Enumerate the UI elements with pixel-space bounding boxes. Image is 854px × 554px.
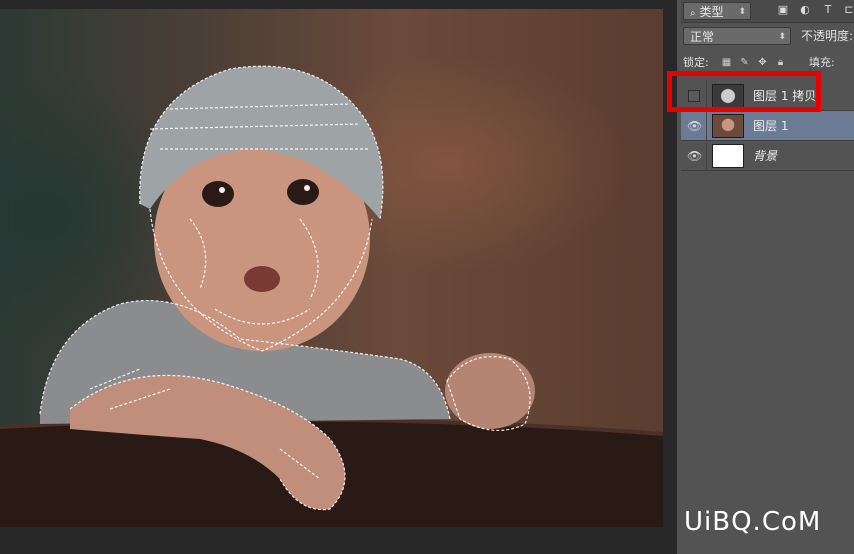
right-eye [287,179,319,205]
layer-row-layer1[interactable]: 👁︎ 图层 1 [681,111,854,141]
layer-name: 图层 1 [753,119,789,133]
blend-mode-dropdown[interactable]: 正常 ⬍ [683,27,791,45]
left-eye [202,181,234,207]
highlight-box [667,71,821,112]
adjustment-filter-icon[interactable]: ◐ [798,3,812,17]
lock-position-icon[interactable]: ✥ [757,57,768,68]
divider [706,141,707,171]
dropdown-arrow-icon: ⬍ [738,7,746,17]
opacity-label: 不透明度: [801,29,854,43]
type-filter-icon[interactable]: T [821,3,835,17]
divider [706,111,707,141]
lock-transparent-icon[interactable]: ▦ [721,57,732,68]
blend-mode-value: 正常 [690,30,715,44]
dropdown-arrow-icon: ⬍ [778,32,786,42]
layer-filter-row: ⌕ 类型 ⬍ ▣ ◐ T ⊏ [681,0,854,23]
eye-icon[interactable]: 👁︎ [687,149,702,163]
layer-filter-dropdown[interactable]: ⌕ 类型 ⬍ [683,2,751,20]
right-fist [445,353,535,429]
layer-thumbnail [712,114,744,138]
mouth [244,266,280,292]
filter-label: 类型 [699,5,724,19]
blend-row: 正常 ⬍ 不透明度: [681,23,854,49]
shape-filter-icon[interactable]: ⊏ [842,3,854,17]
watermark: UiBQ.CoM [684,507,822,537]
image-filter-icon[interactable]: ▣ [776,3,790,17]
layer-thumbnail [712,144,744,168]
layer-row-background[interactable]: 👁︎ 背景 [681,141,854,171]
search-icon: ⌕ [690,8,696,19]
image-artwork [0,65,663,527]
canvas-area[interactable] [0,0,677,554]
document-image-baby-with-selection[interactable] [0,9,663,527]
layer-name: 背景 [753,149,778,163]
lock-all-icon[interactable]: 🔒︎ [775,57,786,68]
lock-image-icon[interactable]: ✎ [739,57,750,68]
eye-icon[interactable]: 👁︎ [687,119,702,133]
